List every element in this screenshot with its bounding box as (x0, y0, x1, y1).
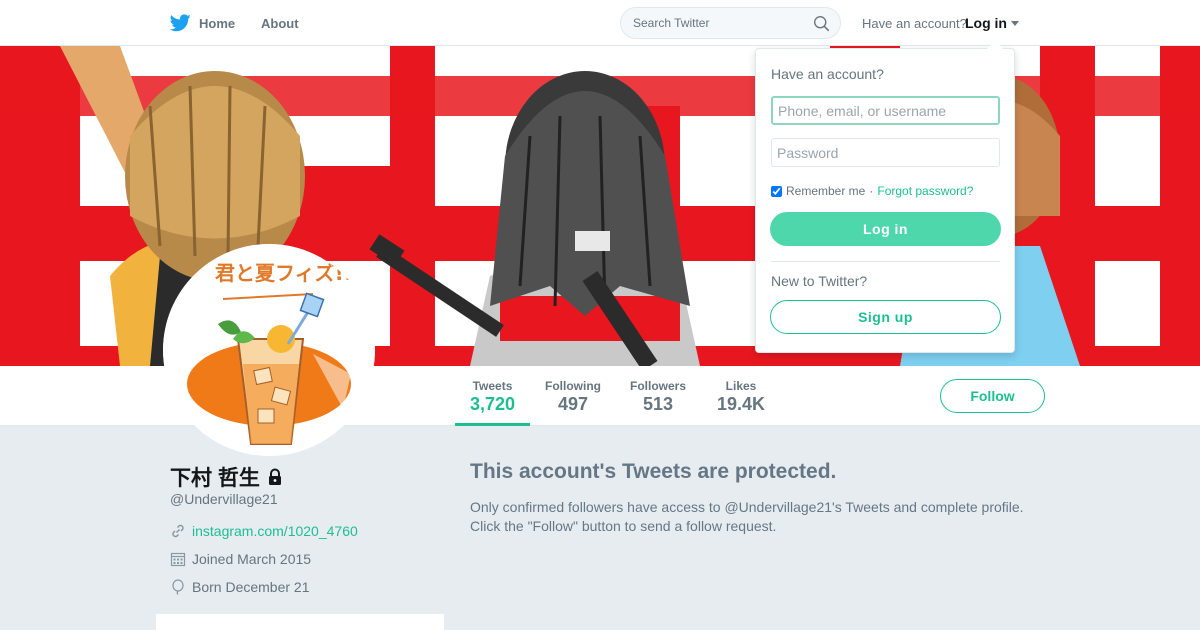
stat-value: 3,720 (469, 394, 516, 414)
twitter-bird-icon (170, 14, 191, 32)
profile-name-text: 下村 哲生 (170, 467, 260, 490)
stat-likes[interactable]: Likes 19.4K (710, 366, 772, 426)
stat-following[interactable]: Following 497 (540, 366, 606, 426)
stat-label: Followers (629, 379, 686, 393)
nav-home-label: Home (199, 15, 236, 31)
stat-value: 497 (557, 394, 589, 414)
stat-label: Following (545, 379, 601, 393)
search-box (620, 7, 841, 39)
search-input[interactable] (633, 8, 813, 38)
website-row: instagram.com/1020_4760 (170, 523, 358, 539)
login-dropdown-toggle[interactable]: Log in (965, 15, 1019, 31)
nav-home-link[interactable]: Home (170, 0, 235, 46)
forgot-password-link[interactable]: Forgot password? (877, 184, 973, 198)
lock-icon (268, 468, 281, 485)
divider (771, 261, 1000, 262)
stat-tweets[interactable]: Tweets 3,720 (455, 366, 530, 426)
avatar-illustration: 君と夏フィズ!! (163, 244, 375, 456)
profile-name: 下村 哲生 (170, 462, 284, 492)
password-field[interactable] (771, 138, 1000, 167)
follow-button[interactable]: Follow (940, 379, 1045, 413)
dropdown-caret (987, 40, 1003, 49)
avatar-logo-text: 君と夏フィズ!! (215, 261, 353, 285)
remember-me-row: Remember me · Forgot password? (771, 184, 973, 198)
joined-text: Joined March 2015 (192, 551, 312, 567)
balloon-icon (172, 579, 184, 595)
remember-me-checkbox[interactable] (771, 185, 782, 197)
remember-me-label: Remember me (786, 184, 866, 198)
avatar[interactable]: 君と夏フィズ!! (163, 244, 375, 456)
stat-followers[interactable]: Followers 513 (625, 366, 691, 426)
joined-row: Joined March 2015 (170, 551, 311, 567)
calendar-icon (170, 552, 186, 567)
protected-description: Only confirmed followers have access to … (470, 499, 1024, 534)
screen-name: @Undervillage21 (170, 491, 278, 507)
username-field[interactable] (771, 96, 1000, 125)
sidebar-card (156, 614, 444, 630)
login-link-label: Log in (965, 15, 1007, 31)
signup-button[interactable]: Sign up (770, 300, 1001, 334)
born-row: Born December 21 (170, 579, 310, 595)
link-icon (172, 524, 184, 538)
stat-label: Tweets (472, 379, 513, 393)
stat-value: 513 (642, 394, 674, 414)
protected-title: This account's Tweets are protected. (470, 460, 837, 483)
website-link[interactable]: instagram.com/1020_4760 (192, 523, 358, 539)
top-nav: Home About Have an account? Log in (0, 0, 1200, 46)
login-dropdown: Have an account? Remember me · Forgot pa… (755, 48, 1015, 353)
stat-value: 19.4K (716, 394, 766, 414)
search-icon[interactable] (813, 15, 830, 32)
login-button[interactable]: Log in (770, 212, 1001, 246)
nav-about-link[interactable]: About (261, 0, 299, 46)
stat-label: Likes (725, 379, 757, 393)
born-text: Born December 21 (192, 579, 310, 595)
caret-down-icon (1011, 20, 1019, 26)
have-account-text: Have an account? (862, 16, 967, 31)
new-to-twitter-heading: New to Twitter? (771, 273, 868, 289)
separator-dot: · (869, 184, 874, 198)
dropdown-heading: Have an account? (771, 66, 884, 82)
